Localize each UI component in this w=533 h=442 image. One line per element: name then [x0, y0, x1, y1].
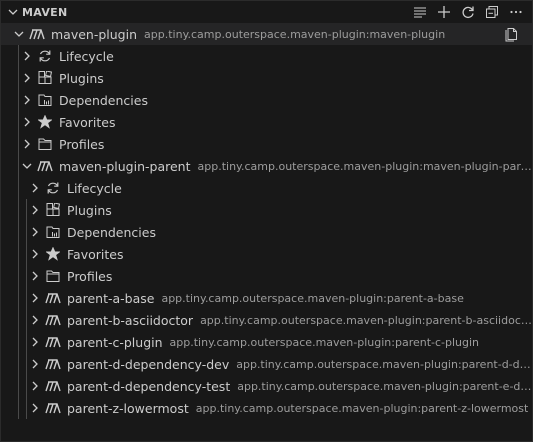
star-icon	[37, 114, 53, 130]
maven-section-header[interactable]: MAVEN	[1, 1, 532, 23]
module-label: parent-z-lowermost	[67, 400, 189, 416]
header-actions	[410, 2, 526, 22]
maven-panel: MAVEN maven-plugin app.tiny.camp.outersp…	[0, 0, 533, 442]
chevron-right-icon[interactable]	[27, 290, 43, 306]
tree-item-label: Profiles	[59, 136, 105, 152]
plugins-icon	[37, 70, 53, 86]
folder-icon	[45, 268, 61, 284]
chevron-right-icon[interactable]	[19, 92, 35, 108]
star-icon	[45, 246, 61, 262]
chevron-right-icon[interactable]	[19, 136, 35, 152]
maven-icon	[37, 158, 53, 174]
tree-item-favorites[interactable]: Favorites	[1, 111, 532, 133]
chevron-right-icon[interactable]	[27, 180, 43, 196]
tree-item-label: Plugins	[67, 202, 112, 218]
project-label: maven-plugin-parent	[59, 158, 191, 174]
chevron-right-icon[interactable]	[27, 400, 43, 416]
tree-item-module[interactable]: parent-a-base app.tiny.camp.outerspace.m…	[1, 287, 532, 309]
list-icon[interactable]	[410, 2, 430, 22]
tree-item-label: Dependencies	[59, 92, 148, 108]
tree-item-module[interactable]: parent-d-dependency-dev app.tiny.camp.ou…	[1, 353, 532, 375]
maven-icon	[45, 400, 61, 416]
module-label: parent-a-base	[67, 290, 155, 306]
open-pom-icon[interactable]	[504, 26, 520, 42]
chevron-right-icon[interactable]	[27, 312, 43, 328]
add-icon[interactable]	[434, 2, 454, 22]
tree-item-label: Dependencies	[67, 224, 156, 240]
maven-tree: maven-plugin app.tiny.camp.outerspace.ma…	[1, 23, 532, 419]
tree-item-maven-plugin-parent[interactable]: maven-plugin-parent app.tiny.camp.outers…	[1, 155, 532, 177]
maven-icon	[45, 356, 61, 372]
chevron-right-icon[interactable]	[27, 356, 43, 372]
chevron-right-icon[interactable]	[19, 70, 35, 86]
tree-item-label: Lifecycle	[67, 180, 122, 196]
maven-icon	[29, 26, 45, 42]
more-icon[interactable]	[506, 2, 526, 22]
tree-item-module[interactable]: parent-b-asciidoctor app.tiny.camp.outer…	[1, 309, 532, 331]
tree-item-module[interactable]: parent-z-lowermost app.tiny.camp.outersp…	[1, 397, 532, 419]
maven-icon	[45, 290, 61, 306]
tree-item-profiles[interactable]: Profiles	[1, 133, 532, 155]
chevron-down-icon[interactable]	[11, 26, 27, 42]
tree-item-label: Favorites	[67, 246, 124, 262]
tree-item-profiles[interactable]: Profiles	[1, 265, 532, 287]
chevron-down-icon[interactable]	[19, 158, 35, 174]
tree-item-lifecycle[interactable]: Lifecycle	[1, 45, 532, 67]
module-description: app.tiny.camp.outerspace.maven-plugin:pa…	[169, 335, 480, 349]
dependencies-icon	[37, 92, 53, 108]
module-description: app.tiny.camp.outerspace.maven-plugin:pa…	[200, 313, 532, 327]
module-label: parent-c-plugin	[67, 334, 163, 350]
chevron-right-icon[interactable]	[19, 48, 35, 64]
maven-icon	[45, 378, 61, 394]
plugins-icon	[45, 202, 61, 218]
chevron-right-icon[interactable]	[27, 334, 43, 350]
tree-item-plugins[interactable]: Plugins	[1, 199, 532, 221]
tree-item-label: Plugins	[59, 70, 104, 86]
tree-item-dependencies[interactable]: Dependencies	[1, 89, 532, 111]
chevron-down-icon[interactable]	[6, 5, 20, 19]
dependencies-icon	[45, 224, 61, 240]
tree-item-module[interactable]: parent-c-plugin app.tiny.camp.outerspace…	[1, 331, 532, 353]
project-description: app.tiny.camp.outerspace.maven-plugin:ma…	[197, 159, 532, 173]
tree-item-plugins[interactable]: Plugins	[1, 67, 532, 89]
module-label: parent-d-dependency-test	[67, 378, 231, 394]
lifecycle-icon	[45, 180, 61, 196]
section-title: MAVEN	[22, 5, 68, 19]
chevron-right-icon[interactable]	[27, 268, 43, 284]
refresh-icon[interactable]	[458, 2, 478, 22]
tree-item-label: Lifecycle	[59, 48, 114, 64]
maven-icon	[45, 312, 61, 328]
chevron-right-icon[interactable]	[27, 378, 43, 394]
collapse-all-icon[interactable]	[482, 2, 502, 22]
maven-icon	[45, 334, 61, 350]
folder-icon	[37, 136, 53, 152]
module-description: app.tiny.camp.outerspace.maven-plugin:pa…	[161, 291, 464, 305]
chevron-right-icon[interactable]	[27, 224, 43, 240]
tree-item-favorites[interactable]: Favorites	[1, 243, 532, 265]
module-description: app.tiny.camp.outerspace.maven-plugin:pa…	[195, 401, 529, 415]
tree-item-maven-plugin[interactable]: maven-plugin app.tiny.camp.outerspace.ma…	[1, 23, 532, 45]
chevron-right-icon[interactable]	[27, 246, 43, 262]
tree-item-lifecycle[interactable]: Lifecycle	[1, 177, 532, 199]
module-description: app.tiny.camp.outerspace.maven-plugin:pa…	[237, 379, 532, 393]
tree-item-label: Favorites	[59, 114, 116, 130]
tree-item-label: Profiles	[67, 268, 113, 284]
module-description: app.tiny.camp.outerspace.maven-plugin:pa…	[236, 357, 532, 371]
module-label: parent-b-asciidoctor	[67, 312, 194, 328]
project-description: app.tiny.camp.outerspace.maven-plugin:ma…	[144, 27, 446, 41]
tree-item-dependencies[interactable]: Dependencies	[1, 221, 532, 243]
chevron-right-icon[interactable]	[19, 114, 35, 130]
project-label: maven-plugin	[51, 26, 138, 42]
module-label: parent-d-dependency-dev	[67, 356, 230, 372]
lifecycle-icon	[37, 48, 53, 64]
tree-item-module[interactable]: parent-d-dependency-test app.tiny.camp.o…	[1, 375, 532, 397]
chevron-right-icon[interactable]	[27, 202, 43, 218]
